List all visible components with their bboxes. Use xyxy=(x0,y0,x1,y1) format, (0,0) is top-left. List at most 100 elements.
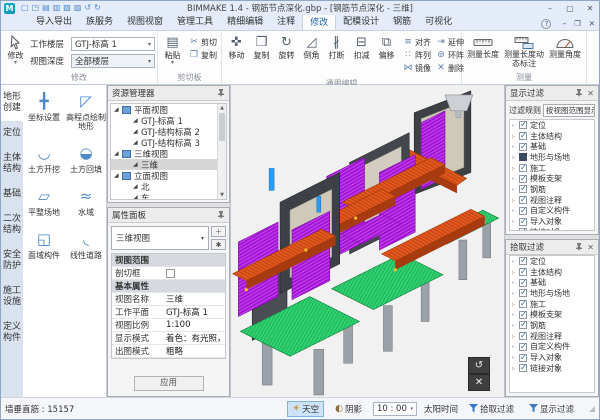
pick-filter-toggle[interactable]: 拾取过滤 xyxy=(465,402,518,416)
expander-icon[interactable]: ▹ xyxy=(512,333,519,340)
filter-category-row[interactable]: ▹ 钢筋 xyxy=(510,320,594,331)
measure-length-button[interactable]: 测量长度 xyxy=(464,33,502,59)
checkbox[interactable] xyxy=(519,311,527,319)
checkbox[interactable] xyxy=(519,321,527,329)
expander-icon[interactable]: ▹ xyxy=(512,290,519,297)
expander-icon[interactable]: ◢ xyxy=(133,139,141,146)
scroll-down-icon[interactable]: ▼ xyxy=(218,191,226,199)
property-row[interactable]: 视图范围 xyxy=(112,254,225,267)
new-file-icon[interactable]: ▢ xyxy=(21,3,29,13)
expander-icon[interactable]: ◢ xyxy=(114,106,122,113)
maximize-icon[interactable]: ▢ xyxy=(564,4,576,13)
edit-tool-button[interactable]: ↻ 旋转 xyxy=(274,33,299,60)
filter-category-row[interactable]: ▹ 视图注释 xyxy=(510,195,594,206)
filter-category-row[interactable]: ▹ 模板支架 xyxy=(510,309,594,320)
checkbox[interactable] xyxy=(519,332,527,340)
category-tab[interactable]: 施工设施 xyxy=(1,279,23,315)
checkbox[interactable] xyxy=(519,185,527,193)
close-panel-icon[interactable]: ✕ xyxy=(587,89,594,98)
expander-icon[interactable]: ▹ xyxy=(512,143,519,150)
property-row[interactable]: 工作平面 GTJ-标高 1 xyxy=(112,306,225,319)
checkbox[interactable] xyxy=(519,121,527,129)
filter-category-row[interactable]: ▹ 地形与场地 xyxy=(510,288,594,299)
checkbox[interactable] xyxy=(519,364,527,372)
checkbox[interactable] xyxy=(519,343,527,351)
expander-icon[interactable]: ▹ xyxy=(512,186,519,193)
property-row[interactable]: 视图名称 三维 xyxy=(112,293,225,306)
checkbox[interactable] xyxy=(519,300,527,308)
palette-tool[interactable]: ≈ 水域 xyxy=(65,188,107,217)
edit-tool-button[interactable]: ◿ 倒角 xyxy=(299,33,324,60)
category-tab[interactable]: 主体结构 xyxy=(1,146,23,182)
checkbox[interactable] xyxy=(519,175,527,183)
expander-icon[interactable]: ◢ xyxy=(133,128,141,135)
checkbox[interactable] xyxy=(519,289,527,297)
type-selector[interactable]: 三维视图 ▾ xyxy=(111,226,209,250)
close-icon[interactable]: ✕ xyxy=(584,4,596,13)
expander-icon[interactable]: ▹ xyxy=(512,279,519,286)
save-as-icon[interactable]: ▥ xyxy=(53,3,61,13)
checkbox[interactable] xyxy=(166,269,175,278)
filter-category-row[interactable]: ▹ 施工 xyxy=(510,163,594,174)
sky-toggle[interactable]: ☀ 天空 xyxy=(287,401,324,417)
expander-icon[interactable]: ▹ xyxy=(512,365,519,372)
checkbox[interactable] xyxy=(519,279,527,287)
view-depth-select[interactable]: 全部楼层 ▾ xyxy=(71,54,155,68)
expander-icon[interactable]: ◢ xyxy=(133,183,141,190)
modify-tool-button[interactable]: 修改 ▾ xyxy=(3,33,28,65)
filter-category-row[interactable]: ▹ 基础 xyxy=(510,141,594,152)
category-tab[interactable]: 安全防护 xyxy=(1,243,23,279)
filter-category-row[interactable]: ▹ 自定义构件 xyxy=(510,206,594,217)
expander-icon[interactable]: ◢ xyxy=(114,172,122,179)
view-tree-item[interactable]: ◢ 三维视图 xyxy=(111,148,217,159)
expander-icon[interactable]: ▹ xyxy=(512,258,519,265)
filter-category-row[interactable]: ▹ 主体结构 xyxy=(510,267,594,278)
orbit-button[interactable]: ↺ xyxy=(468,357,490,374)
category-tab[interactable]: 基础 xyxy=(1,182,23,207)
close-panel-icon[interactable]: ✕ xyxy=(587,243,594,252)
expander-icon[interactable]: ▹ xyxy=(512,154,519,161)
view-tree-item[interactable]: ◢ 北 xyxy=(111,181,217,192)
scrollbar-thumb[interactable] xyxy=(219,113,225,141)
checkbox[interactable] xyxy=(519,257,527,265)
property-row[interactable]: 视图比例 1:100 xyxy=(112,319,225,332)
undo-icon[interactable]: ↺ xyxy=(84,3,91,13)
palette-tool[interactable]: ▱ 平整场地 xyxy=(23,188,65,217)
filter-category-row[interactable]: ▹ 导入对象 xyxy=(510,216,594,227)
edit-small-button[interactable]: ⋈ 镜像 xyxy=(401,62,433,74)
save-icon[interactable]: ▤ xyxy=(42,3,50,13)
checkbox[interactable] xyxy=(519,218,527,226)
expander-icon[interactable]: ▹ xyxy=(512,229,519,231)
edit-small-button[interactable]: ∷ 阵列 xyxy=(401,49,433,61)
view-tree-item[interactable]: ◢ 三维 xyxy=(111,159,217,170)
expander-icon[interactable]: ▹ xyxy=(512,133,519,140)
category-tab[interactable]: 二次结构 xyxy=(1,207,23,243)
expander-icon[interactable]: ▹ xyxy=(512,354,519,361)
expander-icon[interactable]: ◢ xyxy=(133,117,141,124)
pin-icon[interactable] xyxy=(217,89,225,97)
view-tree-item[interactable]: ◢ GTJ-标高 1 xyxy=(111,115,217,126)
palette-tool[interactable]: ╋ 坐标设置 xyxy=(23,93,65,131)
filter-category-row[interactable]: ▹ 地形与场地 xyxy=(510,152,594,163)
help-icon[interactable]: ? xyxy=(541,19,551,29)
redo-icon[interactable]: ↻ xyxy=(94,3,101,13)
resource-scrollbar[interactable]: ▲ ▼ xyxy=(217,104,226,199)
view-tree-item[interactable]: ◢ 平面视图 xyxy=(111,104,217,115)
doc-close-icon[interactable]: ✕ xyxy=(589,19,595,28)
expander-icon[interactable]: ▹ xyxy=(512,311,519,318)
sun-time-select[interactable]: 10 : 00 ▾ xyxy=(373,402,417,416)
filter-category-row[interactable]: ▹ 自定义构件 xyxy=(510,342,594,353)
expander-icon[interactable]: ▹ xyxy=(512,218,519,225)
expander-icon[interactable]: ◢ xyxy=(133,194,141,199)
checkbox[interactable] xyxy=(519,153,527,161)
edit-small-button[interactable]: ≡ 对齐 xyxy=(401,36,433,48)
expander-icon[interactable]: ◢ xyxy=(114,150,122,157)
doc-minimize-icon[interactable]: – xyxy=(562,19,566,28)
export-icon[interactable]: ▧ xyxy=(63,3,71,13)
expander-icon[interactable]: ◢ xyxy=(133,161,141,168)
checkbox[interactable] xyxy=(519,143,527,151)
view-tree-item[interactable]: ◢ GTJ-结构标高 2 xyxy=(111,126,217,137)
resize-grip-icon[interactable] xyxy=(589,406,595,412)
expander-icon[interactable]: ▹ xyxy=(512,197,519,204)
pin-icon[interactable] xyxy=(575,89,583,97)
